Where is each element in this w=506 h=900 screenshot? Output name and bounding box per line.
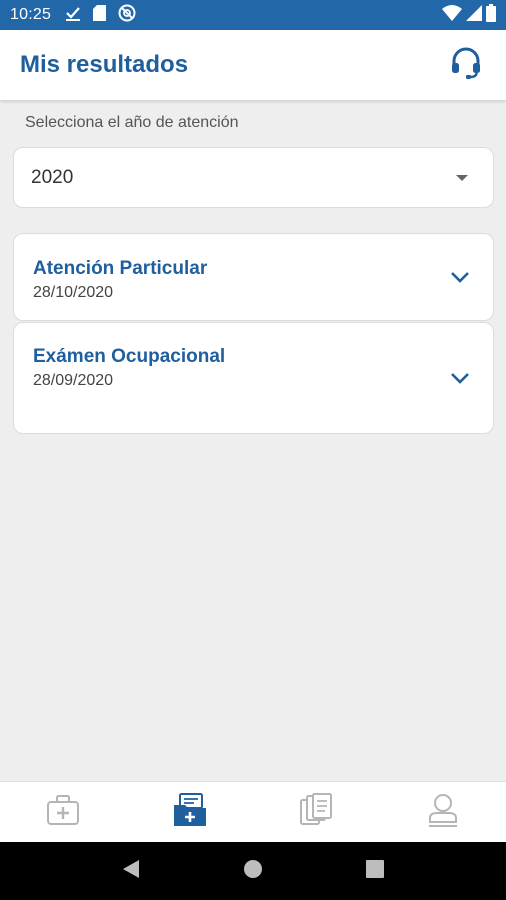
nav-item-documents[interactable] [253, 782, 380, 842]
chevron-down-icon[interactable] [447, 264, 473, 290]
result-date: 28/10/2020 [33, 284, 114, 301]
year-select-value: 2020 [31, 166, 74, 188]
nav-item-profile[interactable] [380, 782, 506, 842]
home-circle-icon [243, 859, 263, 884]
wifi-icon [442, 4, 462, 26]
chevron-down-icon[interactable] [447, 365, 473, 391]
dropdown-arrow-icon [456, 174, 468, 181]
documents-icon [299, 792, 333, 832]
year-filter-label: Selecciona el año de atención [25, 114, 239, 131]
no-data-icon [118, 4, 136, 27]
result-card[interactable]: Atención Particular 28/10/2020 [13, 233, 494, 321]
nav-item-medical-kit[interactable] [0, 782, 127, 842]
headset-icon [449, 46, 483, 85]
signal-icon [466, 4, 482, 26]
check-icon [65, 5, 81, 26]
status-bar: 10:25 [0, 0, 506, 30]
recents-square-icon [366, 859, 384, 883]
page-title: Mis resultados [20, 51, 189, 78]
result-title: Atención Particular [33, 258, 208, 279]
result-title: Exámen Ocupacional [33, 346, 226, 367]
back-button[interactable] [111, 851, 151, 891]
sim-card-icon [93, 4, 107, 26]
recents-button[interactable] [355, 851, 395, 891]
medical-kit-icon [46, 794, 80, 831]
medical-folder-icon [172, 792, 208, 832]
year-select[interactable]: 2020 [13, 147, 494, 208]
status-time: 10:25 [10, 6, 52, 23]
app-bar: Mis resultados [0, 30, 506, 100]
battery-icon [486, 3, 496, 27]
profile-icon [427, 793, 459, 832]
result-date: 28/09/2020 [33, 372, 114, 389]
back-triangle-icon [122, 859, 140, 884]
home-button[interactable] [233, 851, 273, 891]
result-card[interactable]: Exámen Ocupacional 28/09/2020 [13, 322, 494, 434]
support-button[interactable] [446, 45, 486, 85]
nav-item-results[interactable] [127, 782, 254, 842]
system-nav-bar [0, 842, 506, 900]
bottom-nav [0, 781, 506, 842]
